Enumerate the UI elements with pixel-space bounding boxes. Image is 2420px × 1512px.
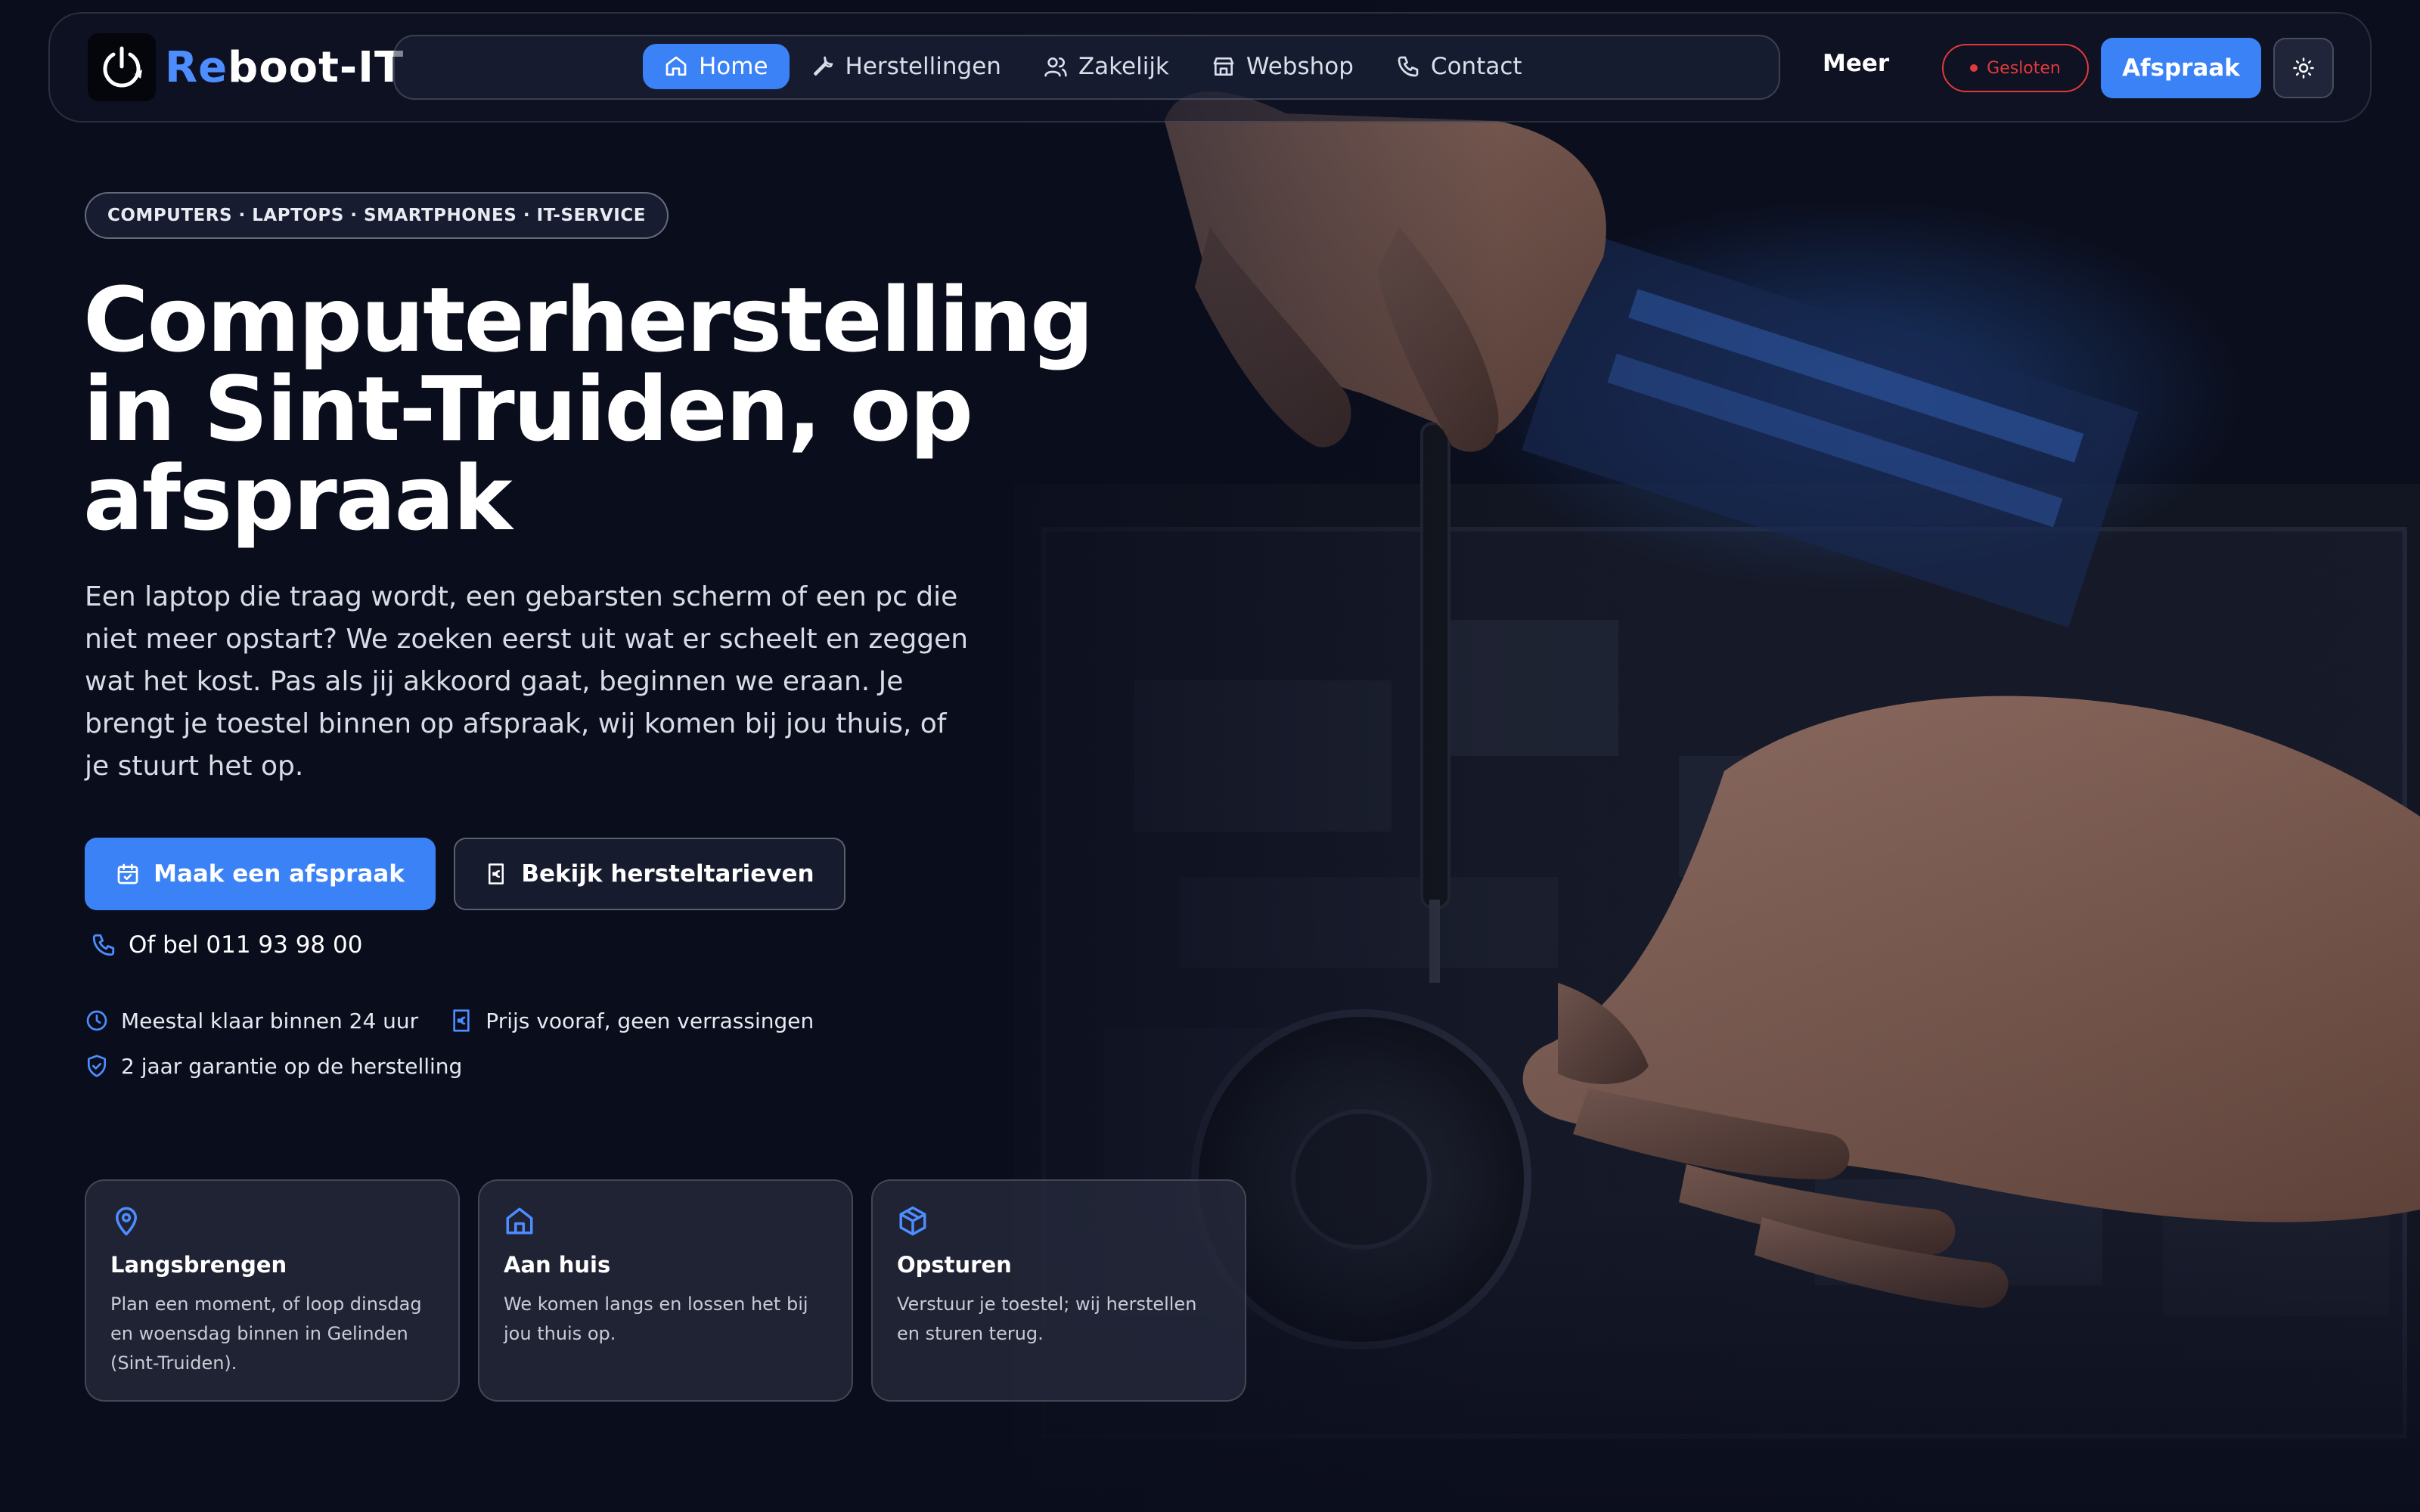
home-icon: [666, 56, 687, 76]
view-repair-prices-button[interactable]: Bekijk hersteltarieven: [454, 838, 845, 910]
shield-check-icon: [88, 1055, 106, 1077]
phone-icon: [1398, 56, 1419, 77]
euro-receipt-icon: [453, 1009, 470, 1032]
card-text: Plan een moment, of loop dinsdag en woen…: [110, 1294, 422, 1374]
nav-item-label: Herstellingen: [845, 53, 1001, 80]
feature-item: Prijs vooraf, geen verrassingen: [449, 1004, 814, 1037]
feature-label: 2 jaar garantie op de herstelling: [121, 1053, 463, 1079]
hero-features-list: Meestal klaar binnen 24 uur Prijs vooraf…: [85, 1004, 992, 1095]
nav-item-label: Home: [699, 53, 768, 80]
service-card-opsturen[interactable]: Opsturen Verstuur je toestel; wij herste…: [871, 1179, 1246, 1402]
nav-item-label: Webshop: [1246, 53, 1354, 80]
euro-receipt-icon: [489, 863, 504, 885]
status-dot-icon: [1970, 64, 1978, 72]
hero-headline: Computerherstelling in Sint-Truiden, op …: [83, 268, 1094, 550]
service-card-aan-huis[interactable]: Aan huis We komen langs en lossen het bi…: [478, 1179, 853, 1402]
main-nav-items: Home Herstellingen Zakelijk Webshop Cont…: [643, 44, 1544, 89]
brand-name-accent: Re: [165, 42, 228, 92]
power-logo-icon: [88, 33, 156, 101]
hero-eyebrow-badge: COMPUTERS · LAPTOPS · SMARTPHONES · IT-S…: [85, 192, 669, 239]
feature-label: Prijs vooraf, geen verrassingen: [486, 1008, 814, 1033]
feature-item: Meestal klaar binnen 24 uur: [85, 1004, 418, 1037]
nav-item-zakelijk[interactable]: Zakelijk: [1022, 44, 1190, 89]
call-phone-label: Of bel 011 93 98 00: [129, 931, 363, 959]
store-icon: [1213, 57, 1234, 76]
card-title: Aan huis: [504, 1252, 611, 1278]
status-label: Gesloten: [1987, 58, 2061, 78]
brand-logo[interactable]: Reboot-IT: [88, 33, 404, 101]
phone-icon: [92, 934, 115, 956]
sun-icon: [2293, 57, 2314, 79]
wrench-icon: [813, 56, 833, 76]
clock-icon: [86, 1010, 107, 1031]
call-phone-link[interactable]: Of bel 011 93 98 00: [91, 931, 362, 959]
users-icon: [1044, 57, 1067, 77]
nav-item-webshop[interactable]: Webshop: [1190, 44, 1375, 89]
card-text: We komen langs en lossen het bij jou thu…: [504, 1294, 808, 1344]
afspraak-button[interactable]: Afspraak: [2101, 38, 2261, 98]
service-card-langsbrengen[interactable]: Langsbrengen Plan een moment, of loop di…: [85, 1179, 460, 1402]
make-appointment-button[interactable]: Maak een afspraak: [85, 838, 436, 910]
nav-item-contact[interactable]: Contact: [1375, 44, 1544, 89]
nav-more-menu[interactable]: Meer: [1823, 50, 1889, 77]
package-icon: [899, 1206, 926, 1236]
hero-lead-text: Een laptop die traag wordt, een gebarste…: [85, 581, 969, 782]
card-text: Verstuur je toestel; wij herstellen en s…: [897, 1294, 1197, 1344]
feature-label: Meestal klaar binnen 24 uur: [121, 1008, 419, 1033]
theme-toggle-button[interactable]: [2273, 38, 2334, 98]
card-title: Opsturen: [897, 1252, 1012, 1278]
card-title: Langsbrengen: [110, 1252, 287, 1278]
view-repair-prices-label: Bekijk hersteltarieven: [521, 860, 814, 888]
map-pin-icon: [116, 1207, 137, 1236]
house-icon: [506, 1207, 533, 1235]
brand-name: Reboot-IT: [165, 43, 404, 92]
nav-item-label: Zakelijk: [1078, 53, 1169, 80]
nav-item-herstellingen[interactable]: Herstellingen: [790, 44, 1022, 89]
feature-item: 2 jaar garantie op de herstelling: [85, 1049, 462, 1083]
brand-name-rest: boot-IT: [228, 42, 405, 92]
service-options: Langsbrengen Plan een moment, of loop di…: [85, 1179, 1264, 1402]
nav-item-home[interactable]: Home: [643, 44, 790, 89]
calendar-icon: [117, 863, 138, 885]
make-appointment-label: Maak een afspraak: [154, 860, 405, 888]
opening-status-badge: Gesloten: [1942, 44, 2089, 92]
nav-item-label: Contact: [1430, 53, 1522, 80]
